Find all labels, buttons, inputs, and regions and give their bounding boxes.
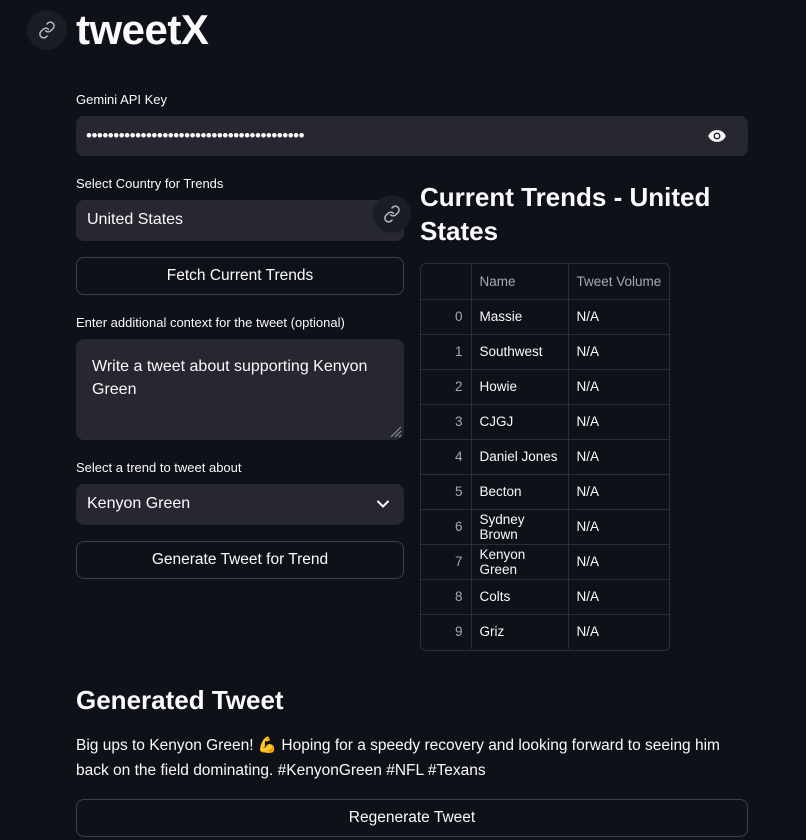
tweet-volume: N/A xyxy=(568,404,669,440)
trends-table[interactable]: Name Tweet Volume 0 Massie N/A 1 Southwest N… xyxy=(420,263,670,651)
table-row[interactable]: 7 Kenyon Green N/A xyxy=(421,544,669,580)
country-input[interactable]: United States xyxy=(76,200,404,241)
row-index: 6 xyxy=(421,509,472,545)
row-index: 9 xyxy=(421,614,472,649)
column-header-name[interactable]: Name xyxy=(471,264,569,300)
country-link-icon[interactable] xyxy=(373,195,411,233)
row-index: 0 xyxy=(421,299,472,335)
trend-name: Griz xyxy=(471,614,569,649)
table-row[interactable]: 2 Howie N/A xyxy=(421,369,669,405)
table-row[interactable]: 4 Daniel Jones N/A xyxy=(421,439,669,475)
row-index: 2 xyxy=(421,369,472,405)
resize-grip-icon[interactable] xyxy=(388,424,402,438)
row-index: 7 xyxy=(421,544,472,580)
eye-icon[interactable] xyxy=(706,126,728,146)
trend-name: Howie xyxy=(471,369,569,405)
row-index: 8 xyxy=(421,579,472,615)
tweet-volume: N/A xyxy=(568,474,669,510)
column-header-index[interactable] xyxy=(421,264,472,300)
trend-name: Becton xyxy=(471,474,569,510)
api-key-label: Gemini API Key xyxy=(76,92,168,107)
tweet-volume: N/A xyxy=(568,579,669,615)
context-label: Enter additional context for the tweet (… xyxy=(76,315,345,330)
trend-select-value: Kenyon Green xyxy=(87,495,191,512)
chevron-down-icon xyxy=(377,500,389,508)
trend-name: Kenyon Green xyxy=(471,544,569,580)
trend-select-label: Select a trend to tweet about xyxy=(76,460,242,475)
tweet-volume: N/A xyxy=(568,509,669,545)
table-row[interactable]: 9 Griz N/A xyxy=(421,614,669,649)
table-row[interactable]: 0 Massie N/A xyxy=(421,299,669,335)
table-row[interactable]: 5 Becton N/A xyxy=(421,474,669,510)
tweet-volume: N/A xyxy=(568,334,669,370)
table-row[interactable]: 6 Sydney Brown N/A xyxy=(421,509,669,545)
column-header-volume[interactable]: Tweet Volume xyxy=(568,264,669,300)
trend-name: Colts xyxy=(471,579,569,615)
generated-tweet-text: Big ups to Kenyon Green! 💪 Hoping for a … xyxy=(76,737,720,779)
trend-name: Massie xyxy=(471,299,569,335)
tweet-volume: N/A xyxy=(568,439,669,475)
trend-name: CJGJ xyxy=(471,404,569,440)
country-label: Select Country for Trends xyxy=(76,176,224,191)
tweet-volume: N/A xyxy=(568,544,669,580)
row-index: 5 xyxy=(421,474,472,510)
title-link-icon[interactable] xyxy=(27,10,67,50)
tweet-volume: N/A xyxy=(568,299,669,335)
generate-tweet-button[interactable]: Generate Tweet for Trend xyxy=(76,541,404,579)
api-key-value: •••••••••••••••••••••••••••••••••••••••• xyxy=(86,126,305,145)
table-row[interactable]: 1 Southwest N/A xyxy=(421,334,669,370)
context-text: Write a tweet about supporting Kenyon Gr… xyxy=(92,358,368,398)
trend-select[interactable]: Kenyon Green xyxy=(76,484,404,525)
api-key-input[interactable]: •••••••••••••••••••••••••••••••••••••••• xyxy=(76,116,748,156)
trends-heading: Current Trends - United States xyxy=(420,182,711,246)
row-index: 4 xyxy=(421,439,472,475)
row-index: 3 xyxy=(421,404,472,440)
tweet-volume: N/A xyxy=(568,369,669,405)
table-row[interactable]: 3 CJGJ N/A xyxy=(421,404,669,440)
tweet-volume: N/A xyxy=(576,624,600,640)
trend-name: Sydney Brown xyxy=(471,509,569,545)
regenerate-tweet-button[interactable]: Regenerate Tweet xyxy=(76,799,748,837)
generated-tweet-heading: Generated Tweet xyxy=(76,685,284,715)
app-title: tweetX xyxy=(76,6,209,53)
row-index: 1 xyxy=(421,334,472,370)
trend-name: Southwest xyxy=(471,334,569,370)
table-row[interactable]: 8 Colts N/A xyxy=(421,579,669,615)
table-header-row: Name Tweet Volume xyxy=(421,264,669,300)
context-textarea[interactable]: Write a tweet about supporting Kenyon Gr… xyxy=(76,339,404,440)
fetch-trends-button[interactable]: Fetch Current Trends xyxy=(76,257,404,295)
trend-name: Daniel Jones xyxy=(471,439,569,475)
